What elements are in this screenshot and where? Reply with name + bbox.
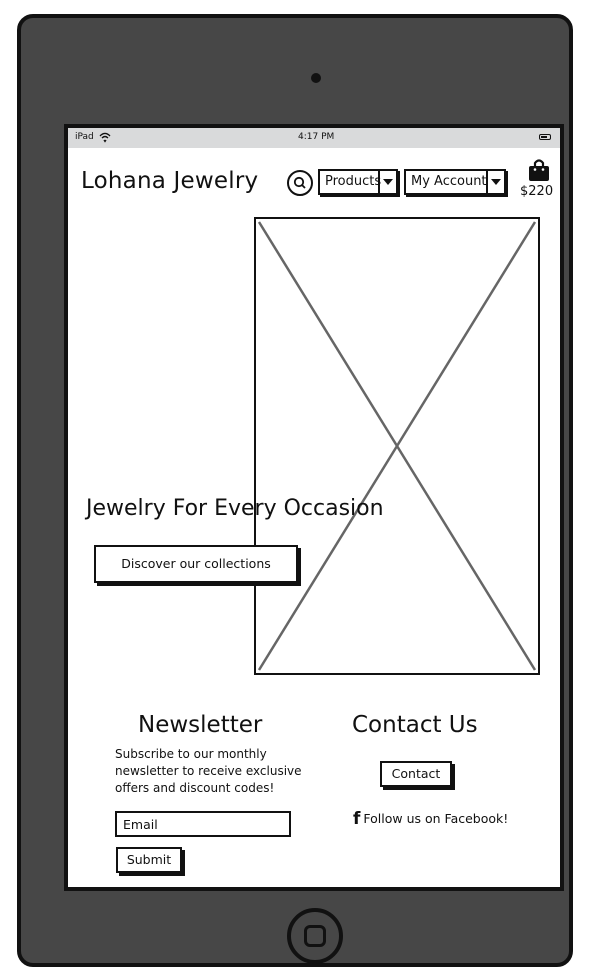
status-carrier: iPad <box>75 132 94 142</box>
status-bar: iPad 4:17 PM <box>68 128 560 148</box>
facebook-link[interactable]: f Follow us on Facebook! <box>353 809 508 829</box>
shopping-bag-icon[interactable] <box>528 158 550 182</box>
home-button-icon <box>304 925 326 947</box>
hero-image-placeholder <box>254 217 540 675</box>
search-icon[interactable] <box>287 170 313 196</box>
chevron-down-icon <box>486 171 504 193</box>
ipad-frame: iPad 4:17 PM Lohana Jewelry Products My … <box>17 14 573 967</box>
battery-icon <box>539 134 551 140</box>
chevron-down-icon <box>378 171 396 193</box>
account-dropdown-label: My Account <box>411 174 487 189</box>
email-field[interactable] <box>115 811 291 837</box>
home-button[interactable] <box>287 908 343 964</box>
submit-button[interactable]: Submit <box>116 847 182 873</box>
facebook-label: Follow us on Facebook! <box>363 811 509 826</box>
products-dropdown-label: Products <box>325 174 381 189</box>
discover-collections-button[interactable]: Discover our collections <box>94 545 298 583</box>
newsletter-title: Newsletter <box>138 712 263 738</box>
contact-title: Contact Us <box>352 712 478 738</box>
screen: iPad 4:17 PM Lohana Jewelry Products My … <box>64 124 564 891</box>
newsletter-description: Subscribe to our monthly newsletter to r… <box>115 747 302 795</box>
camera-icon <box>311 73 321 83</box>
hero-title: Jewelry For Every Occasion <box>86 496 384 521</box>
contact-button[interactable]: Contact <box>380 761 452 787</box>
products-dropdown[interactable]: Products <box>318 169 398 195</box>
account-dropdown[interactable]: My Account <box>404 169 506 195</box>
cart-total[interactable]: $220 <box>520 184 553 199</box>
wifi-icon <box>99 132 111 143</box>
site-logo[interactable]: Lohana Jewelry <box>81 168 258 194</box>
status-time: 4:17 PM <box>298 132 335 142</box>
facebook-icon: f <box>353 809 361 829</box>
